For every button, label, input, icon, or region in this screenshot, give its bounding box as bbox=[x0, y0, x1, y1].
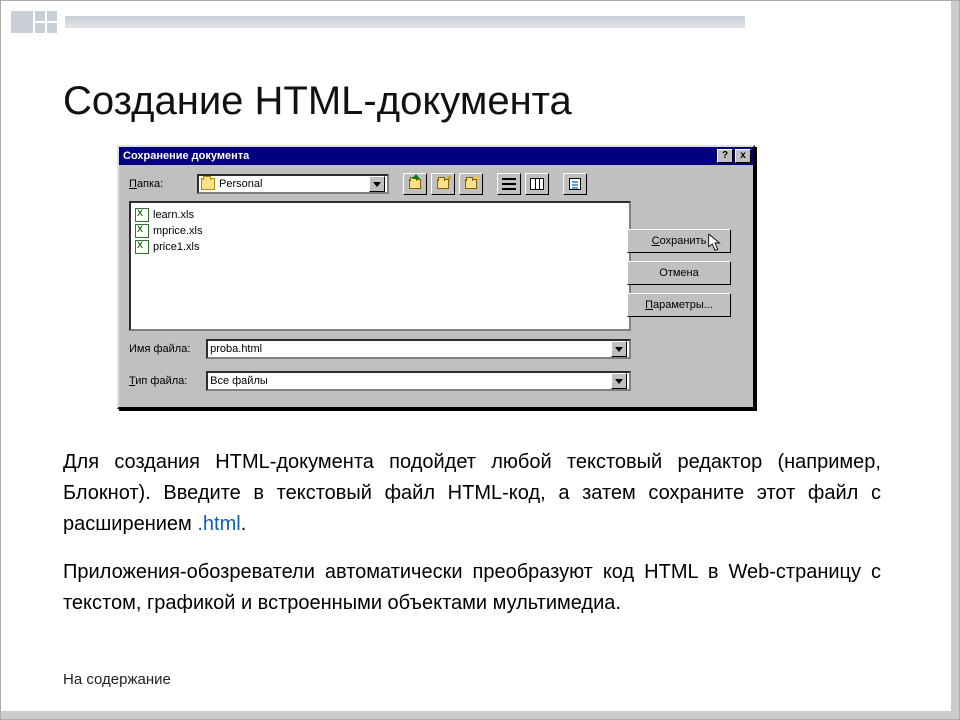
chevron-down-icon[interactable] bbox=[369, 176, 385, 192]
file-list[interactable]: learn.xls mprice.xls price1.xls bbox=[129, 201, 631, 331]
folder-icon bbox=[201, 178, 215, 190]
slide-decoration bbox=[11, 11, 745, 33]
details-view-button[interactable] bbox=[525, 173, 549, 195]
properties-icon bbox=[569, 178, 581, 190]
file-name: learn.xls bbox=[153, 209, 194, 221]
folder-up-icon bbox=[409, 179, 421, 189]
list-icon bbox=[502, 178, 516, 190]
xls-file-icon bbox=[135, 208, 149, 222]
filetype-combo[interactable]: Все файлы bbox=[206, 371, 631, 391]
filetype-label: Тип файла: bbox=[129, 375, 200, 387]
list-item[interactable]: learn.xls bbox=[135, 207, 625, 223]
titlebar-close-button[interactable]: x bbox=[735, 149, 751, 163]
dialog-title: Сохранение документа bbox=[123, 150, 249, 162]
dialog-toolbar bbox=[403, 173, 587, 195]
highlight-extension: .html bbox=[197, 513, 240, 535]
list-item[interactable]: price1.xls bbox=[135, 239, 625, 255]
filename-row: Имя файла: proba.html bbox=[129, 339, 631, 359]
dialog-action-buttons: Сохранить Отмена Параметры... bbox=[627, 229, 731, 317]
properties-button[interactable] bbox=[563, 173, 587, 195]
filetype-row: Тип файла: Все файлы bbox=[129, 371, 631, 391]
save-button[interactable]: Сохранить bbox=[627, 229, 731, 253]
file-name: price1.xls bbox=[153, 241, 199, 253]
body-paragraph-1: Для создания HTML-документа подойдет люб… bbox=[63, 447, 881, 540]
folder-row: Папка: Personal bbox=[129, 173, 743, 195]
deco-small-col-2 bbox=[47, 11, 57, 33]
parameters-button[interactable]: Параметры... bbox=[627, 293, 731, 317]
body-paragraph-2: Приложения-обозреватели автоматически пр… bbox=[63, 557, 881, 619]
up-one-level-button[interactable] bbox=[403, 173, 427, 195]
folder-label: Папка: bbox=[129, 178, 191, 190]
new-folder-icon bbox=[465, 179, 477, 189]
xls-file-icon bbox=[135, 240, 149, 254]
dialog-titlebar[interactable]: Сохранение документа ? x bbox=[119, 147, 753, 165]
deco-bar bbox=[65, 16, 745, 28]
list-view-button[interactable] bbox=[497, 173, 521, 195]
cancel-button[interactable]: Отмена bbox=[627, 261, 731, 285]
chevron-down-icon[interactable] bbox=[611, 373, 627, 389]
xls-file-icon bbox=[135, 224, 149, 238]
toc-link[interactable]: На содержание bbox=[63, 671, 171, 688]
dialog-body: Папка: Personal bbox=[119, 165, 753, 407]
deco-square bbox=[11, 11, 33, 33]
filetype-value: Все файлы bbox=[210, 375, 611, 387]
save-dialog: Сохранение документа ? x Папка: Personal bbox=[117, 145, 755, 409]
filename-input[interactable]: proba.html bbox=[206, 339, 631, 359]
list-item[interactable]: mprice.xls bbox=[135, 223, 625, 239]
deco-small-col bbox=[35, 11, 45, 33]
folder-combo[interactable]: Personal bbox=[197, 174, 389, 194]
slide-frame: Создание HTML-документа Сохранение докум… bbox=[0, 0, 960, 720]
chevron-down-icon[interactable] bbox=[611, 341, 627, 357]
new-folder-button[interactable] bbox=[459, 173, 483, 195]
mouse-cursor-icon bbox=[708, 234, 722, 252]
filename-value: proba.html bbox=[210, 343, 611, 355]
file-name: mprice.xls bbox=[153, 225, 203, 237]
folder-combo-value: Personal bbox=[219, 178, 262, 190]
titlebar-help-button[interactable]: ? bbox=[717, 149, 733, 163]
details-icon bbox=[530, 178, 544, 190]
filename-label: Имя файла: bbox=[129, 343, 200, 355]
desktop-button[interactable] bbox=[431, 173, 455, 195]
desktop-icon bbox=[437, 179, 449, 189]
slide-title: Создание HTML-документа bbox=[63, 79, 572, 124]
